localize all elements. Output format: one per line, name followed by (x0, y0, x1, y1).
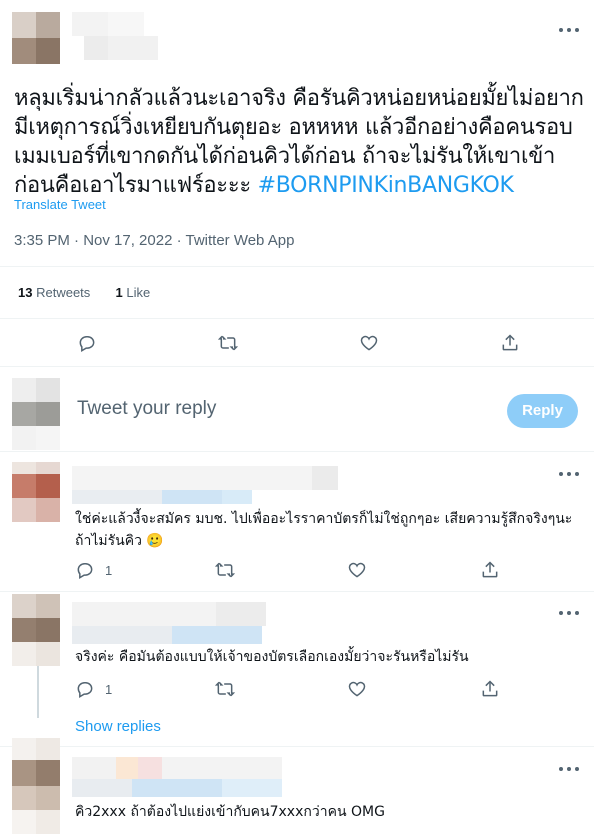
thread-line (37, 666, 39, 718)
translate-tweet-link[interactable]: Translate Tweet (14, 197, 106, 212)
reply-author-blurred[interactable] (72, 602, 268, 644)
divider (0, 366, 594, 367)
reply-count: 1 (105, 563, 113, 578)
reply-author-blurred[interactable] (72, 466, 340, 504)
reply-author-blurred[interactable] (72, 757, 284, 797)
tweet-timestamp[interactable]: 3:35 PM · Nov 17, 2022 · Twitter Web App (14, 232, 294, 249)
author-avatar[interactable] (12, 12, 60, 64)
avatar[interactable] (12, 462, 60, 522)
avatar[interactable] (12, 594, 60, 666)
share-icon[interactable] (478, 558, 502, 582)
reply-icon[interactable] (75, 331, 99, 355)
reply-icon[interactable] (73, 677, 97, 701)
like-icon[interactable] (357, 331, 381, 355)
likes-stat[interactable]: 1 Like (116, 285, 151, 300)
tweet-text: หลุมเริ่มน่ากลัวแล้วนะเอาจริง คือรันคิวห… (14, 84, 584, 200)
reply-button[interactable]: Reply (507, 394, 578, 428)
avatar[interactable] (12, 738, 60, 834)
divider (0, 746, 594, 747)
like-icon[interactable] (345, 677, 369, 701)
reply-text: ใช่ค่ะแล้วงี้จะสมัคร มบช. ไปเพื่ออะไรราค… (75, 511, 573, 549)
reply-input[interactable]: Tweet your reply (77, 398, 216, 420)
tweet-stats: 13 Retweets 1 Like (18, 285, 150, 300)
reply-text: คิว2xxx ถ้าต้องไปแย่งเข้ากับคน7xxxกว่าคน… (75, 804, 385, 820)
reply-count: 1 (105, 682, 113, 697)
reply-text: จริงค่ะ คือมันต้องแบบให้เจ้าของบัตรเลือก… (75, 649, 469, 665)
divider (0, 591, 594, 592)
divider (0, 451, 594, 452)
like-icon[interactable] (345, 558, 369, 582)
compose-avatar (12, 378, 60, 450)
reply-icon[interactable] (73, 558, 97, 582)
more-horizontal-icon[interactable] (559, 469, 581, 479)
retweets-stat[interactable]: 13 Retweets (18, 285, 90, 300)
show-replies-link[interactable]: Show replies (75, 718, 161, 735)
hashtag-link[interactable]: #BORNPINKinBANGKOK (258, 173, 514, 198)
retweet-icon[interactable] (213, 677, 237, 701)
share-icon[interactable] (478, 677, 502, 701)
author-name-blurred[interactable] (72, 12, 158, 60)
retweet-icon[interactable] (213, 558, 237, 582)
divider (0, 318, 594, 319)
more-horizontal-icon[interactable] (559, 764, 581, 774)
more-horizontal-icon[interactable] (559, 25, 581, 35)
divider (0, 266, 594, 267)
share-icon[interactable] (498, 331, 522, 355)
more-horizontal-icon[interactable] (559, 608, 581, 618)
retweet-icon[interactable] (216, 331, 240, 355)
